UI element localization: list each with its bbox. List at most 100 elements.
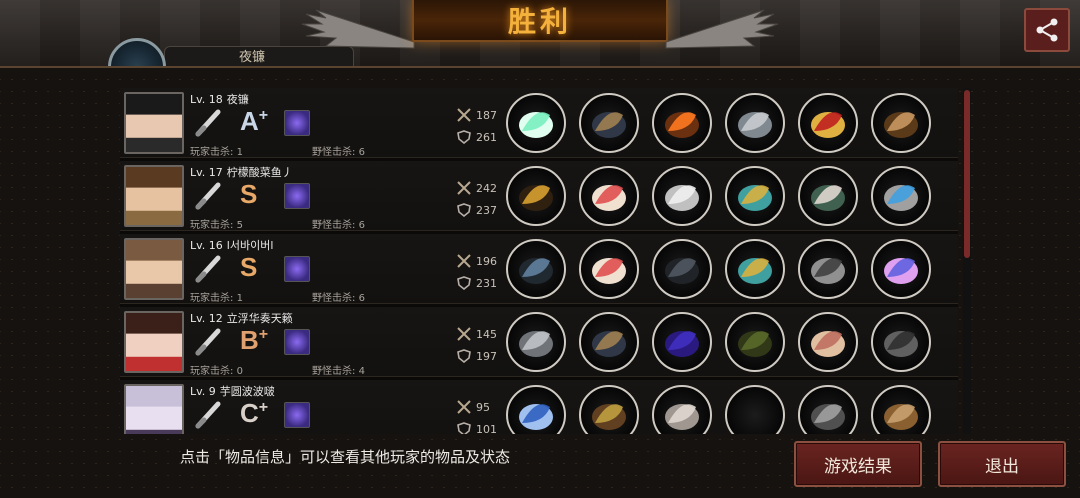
- attack-stat: 95: [456, 400, 490, 414]
- purple-beast-skill-icon[interactable]: [284, 110, 310, 136]
- item-slot[interactable]: [798, 312, 858, 372]
- bat-icon[interactable]: [192, 106, 224, 138]
- exit-button[interactable]: 退出: [938, 441, 1066, 487]
- bat-icon[interactable]: [192, 179, 224, 211]
- shield-icon: [457, 276, 471, 290]
- sneakers-icon: [811, 185, 845, 211]
- steel-gauntlet-icon: [519, 331, 553, 357]
- item-slot[interactable]: [579, 385, 639, 434]
- player-row[interactable]: Lv. 9芋圆波波啵 C+ 玩家击杀: 野怪击杀: 95 101: [120, 380, 958, 434]
- item-slot[interactable]: [798, 93, 858, 153]
- fist-icon[interactable]: [192, 325, 224, 357]
- equipment-items: [506, 239, 931, 299]
- item-slot[interactable]: [652, 93, 712, 153]
- player-kills: 玩家击杀: 1: [190, 147, 243, 158]
- player-kills: 玩家击杀: 1: [190, 293, 243, 304]
- item-slot[interactable]: [652, 166, 712, 226]
- bronze-helmet-icon: [592, 331, 626, 357]
- item-slot[interactable]: [725, 166, 785, 226]
- bamboo-stick-icon: [738, 331, 772, 357]
- item-slot[interactable]: [652, 385, 712, 434]
- player-level: Lv. 16: [190, 239, 223, 252]
- knife-icon[interactable]: [192, 398, 224, 430]
- player-tab[interactable]: 夜镰: [164, 46, 354, 68]
- item-slot[interactable]: [652, 312, 712, 372]
- red-heels-icon: [811, 112, 845, 138]
- attack-value: 196: [476, 254, 497, 268]
- item-slot[interactable]: [506, 93, 566, 153]
- share-button[interactable]: [1024, 8, 1070, 52]
- item-slot[interactable]: [725, 239, 785, 299]
- item-slot[interactable]: [871, 93, 931, 153]
- item-slot[interactable]: [871, 239, 931, 299]
- item-slot[interactable]: [798, 239, 858, 299]
- silver-gauntlet-icon: [738, 112, 772, 138]
- defense-value: 237: [476, 203, 497, 217]
- player-avatar[interactable]: [124, 165, 184, 227]
- player-row[interactable]: Lv. 12 立浮华奏天籁 B+ 玩家击杀: 0 野怪击杀: 4 145 197: [120, 307, 958, 377]
- player-avatar[interactable]: [124, 311, 184, 373]
- defense-value: 261: [476, 130, 497, 144]
- player-level: Lv. 18: [190, 93, 223, 106]
- player-name: 立浮华奏天籁: [226, 312, 293, 325]
- item-slot[interactable]: [652, 239, 712, 299]
- item-slot[interactable]: [506, 166, 566, 226]
- grade-letter: C: [240, 398, 259, 428]
- gold-helmet-icon: [592, 404, 626, 430]
- item-slot[interactable]: [506, 385, 566, 434]
- player-row[interactable]: Lv. 16 l서바이버l S 玩家击杀: 1 野怪击杀: 6 196 231: [120, 234, 958, 304]
- player-list[interactable]: Lv. 18 夜镰 A+ 玩家击杀: 1 野怪击杀: 6 187 261 Lv.…: [120, 88, 958, 434]
- galaxy-orb-icon: [884, 258, 918, 284]
- scrollbar-thumb[interactable]: [964, 90, 970, 258]
- item-slot[interactable]: [579, 312, 639, 372]
- player-avatar[interactable]: [124, 384, 184, 434]
- item-slot[interactable]: [725, 312, 785, 372]
- purple-beast-skill-icon[interactable]: [284, 402, 310, 428]
- item-slot[interactable]: [725, 385, 785, 434]
- item-slot[interactable]: [579, 93, 639, 153]
- green-spirit-skill-icon[interactable]: [284, 256, 310, 282]
- bronze-helmet-icon: [592, 112, 626, 138]
- right-wing-ornament: [665, 9, 779, 49]
- item-slot[interactable]: [871, 312, 931, 372]
- gold-bracelet-icon: [738, 258, 772, 284]
- red-fist-skill-icon[interactable]: [284, 183, 310, 209]
- item-slot[interactable]: [871, 166, 931, 226]
- player-name: 芋圆波波啵: [219, 385, 275, 398]
- player-kills: 玩家击杀: 5: [190, 220, 243, 231]
- defense-value: 197: [476, 349, 497, 363]
- game-result-label: 游戏结果: [824, 456, 892, 477]
- item-slot[interactable]: [871, 385, 931, 434]
- item-slot[interactable]: [798, 166, 858, 226]
- purple-beast-skill-icon[interactable]: [284, 329, 310, 355]
- crossed-swords-icon: [457, 108, 471, 122]
- player-avatar[interactable]: [124, 238, 184, 300]
- item-slot[interactable]: [506, 312, 566, 372]
- defense-stat: 231: [456, 276, 497, 290]
- wooden-box-icon: [884, 112, 918, 138]
- white-robe-icon: [665, 185, 699, 211]
- rapier-icon[interactable]: [192, 252, 224, 284]
- item-slot[interactable]: [725, 93, 785, 153]
- defense-value: 101: [476, 422, 497, 435]
- player-row[interactable]: Lv. 17 柠檬酸菜鱼丿 S 玩家击杀: 5 野怪击杀: 6 242 237: [120, 161, 958, 231]
- player-level-name: Lv. 9 芋圆波波啵: [190, 383, 275, 399]
- glowing-dual-blades-icon: [519, 112, 553, 138]
- monster-kills-value: 6: [358, 220, 365, 231]
- bandaged-fist-icon: [811, 331, 845, 357]
- grade-plus: +: [258, 326, 269, 343]
- game-result-button[interactable]: 游戏结果: [794, 441, 922, 487]
- player-kills-label: 玩家击杀: [190, 220, 230, 231]
- monster-kills: 野怪击杀: 6: [312, 220, 365, 231]
- crossed-swords-icon: [457, 254, 471, 268]
- white-rabbit-icon: [665, 404, 699, 430]
- equipment-items: [506, 166, 931, 226]
- player-avatar[interactable]: [124, 92, 184, 154]
- item-slot[interactable]: [579, 166, 639, 226]
- item-slot[interactable]: [506, 239, 566, 299]
- item-slot[interactable]: [798, 385, 858, 434]
- player-row[interactable]: Lv. 18 夜镰 A+ 玩家击杀: 1 野怪击杀: 6 187 261: [120, 88, 958, 158]
- defense-stat: 197: [456, 349, 497, 363]
- item-slot[interactable]: [579, 239, 639, 299]
- purple-cloak-icon: [665, 331, 699, 357]
